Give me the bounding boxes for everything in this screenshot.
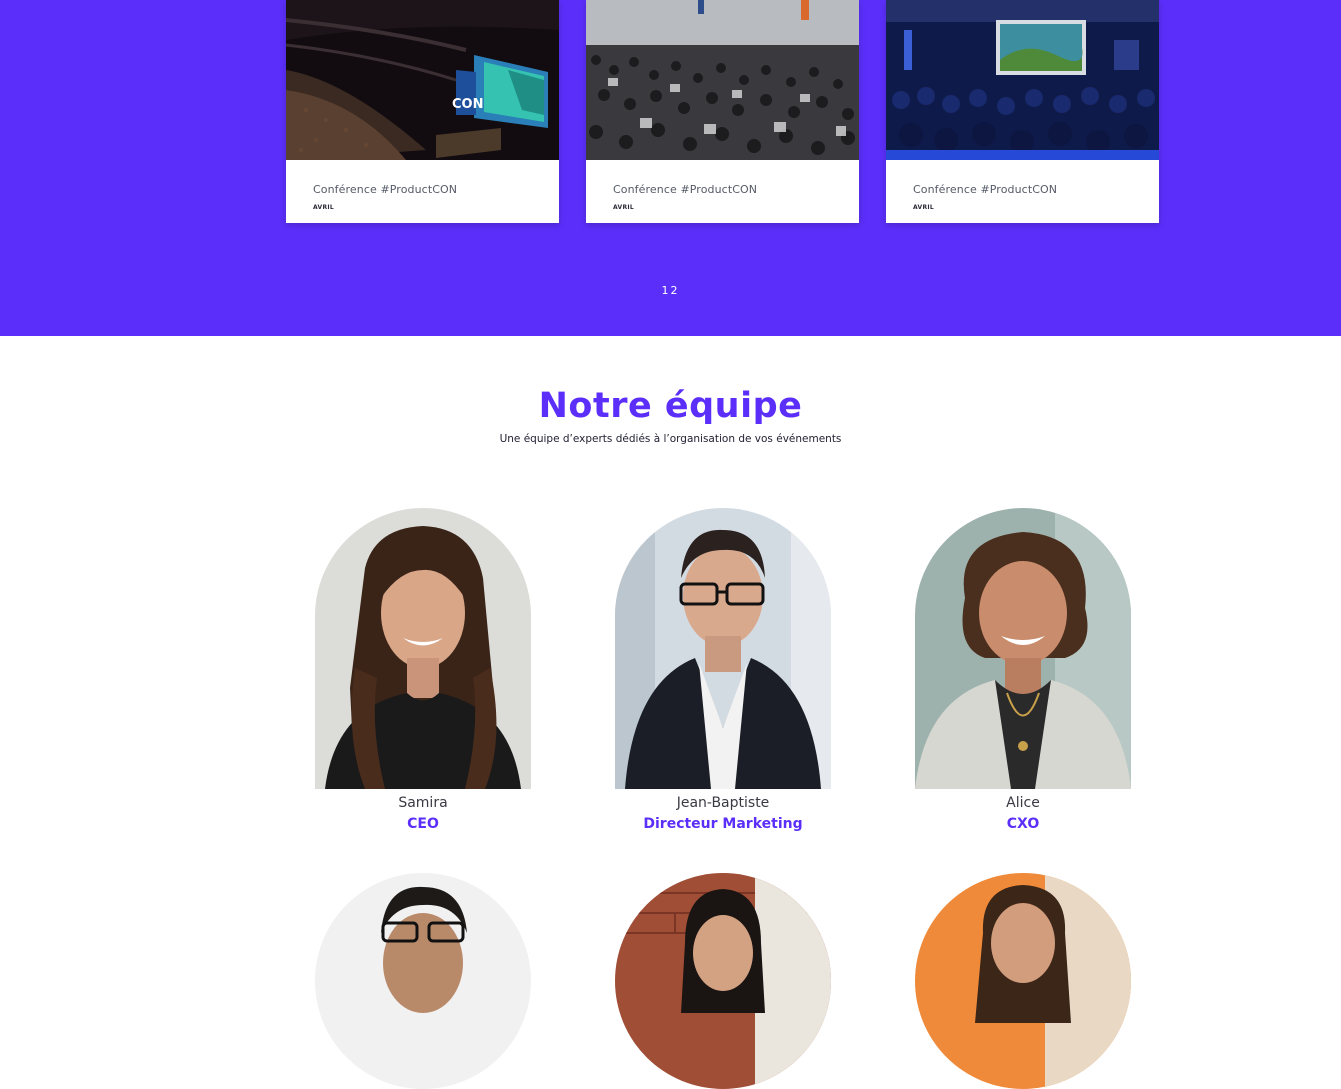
team-subtitle: Une équipe d’experts dédiés à l’organisa…	[499, 433, 842, 445]
member-photo	[615, 508, 831, 789]
member-photo	[315, 508, 531, 789]
page-link[interactable]: 1	[662, 284, 671, 297]
member-role: CEO	[407, 816, 439, 832]
member-photo	[915, 508, 1131, 789]
member-name: Jean-Baptiste	[676, 795, 770, 811]
event-card[interactable]: CON Conférence #ProductCON AVRIL	[286, 0, 559, 223]
event-month: AVRIL	[613, 204, 635, 211]
pagination: 12	[0, 284, 1341, 297]
member-name: Alice	[1006, 795, 1040, 811]
member-photo	[915, 873, 1131, 1089]
member-role: Directeur Marketing	[643, 816, 803, 832]
event-title: Conférence #ProductCON	[613, 183, 758, 196]
event-month: AVRIL	[913, 204, 935, 211]
member-role: CXO	[1006, 816, 1040, 832]
event-card[interactable]: Conférence #ProductCON AVRIL	[586, 0, 859, 223]
member-name: Samira	[398, 795, 448, 811]
team-title: Notre équipe	[538, 386, 803, 426]
event-photo	[586, 0, 859, 160]
event-title: Conférence #ProductCON	[313, 183, 458, 196]
event-card[interactable]: Conférence #ProductCON AVRIL	[886, 0, 1159, 223]
svg-text:CON: CON	[452, 97, 483, 112]
event-title: Conférence #ProductCON	[913, 183, 1058, 196]
event-photo: CON	[286, 0, 559, 160]
member-photo	[615, 873, 831, 1089]
event-month: AVRIL	[313, 204, 335, 211]
member-photo	[315, 873, 531, 1089]
events-section: CON Conférence #ProductCON AVRIL Confére…	[0, 0, 1341, 336]
event-photo	[886, 0, 1159, 160]
page-link[interactable]: 2	[671, 284, 680, 297]
